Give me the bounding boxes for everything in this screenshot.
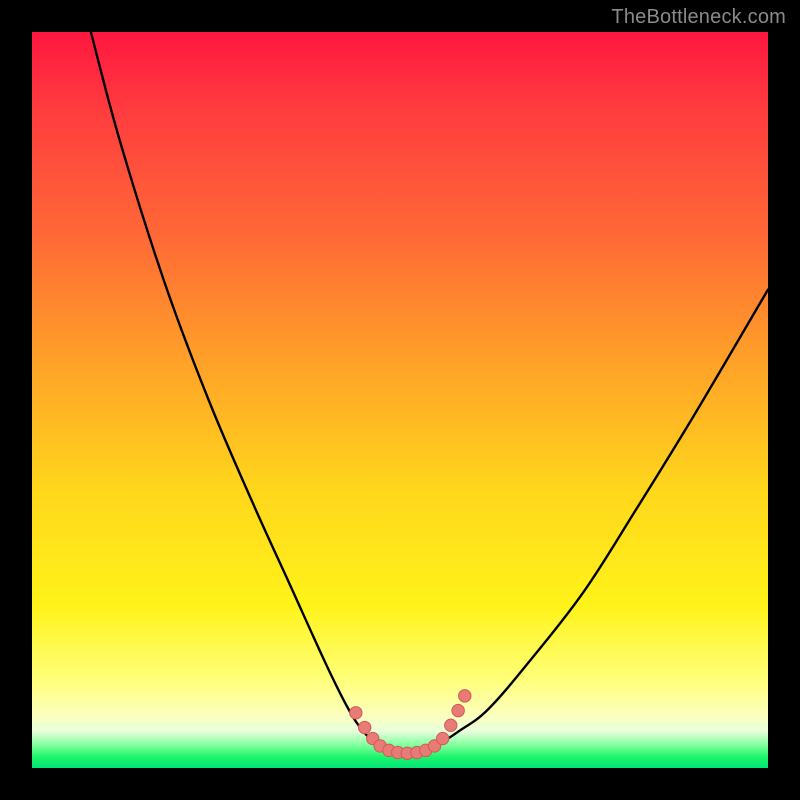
valley-marker bbox=[350, 707, 362, 719]
chart-svg bbox=[32, 32, 768, 768]
valley-marker bbox=[459, 690, 471, 702]
valley-marker bbox=[445, 719, 457, 731]
curve-left-branch bbox=[91, 32, 378, 746]
valley-marker bbox=[436, 732, 448, 744]
chart-frame: TheBottleneck.com bbox=[0, 0, 800, 800]
valley-marker bbox=[358, 721, 370, 733]
plot-area bbox=[32, 32, 768, 768]
curve-right-branch bbox=[437, 290, 768, 746]
valley-marker bbox=[452, 704, 464, 716]
watermark-text: TheBottleneck.com bbox=[611, 6, 786, 29]
